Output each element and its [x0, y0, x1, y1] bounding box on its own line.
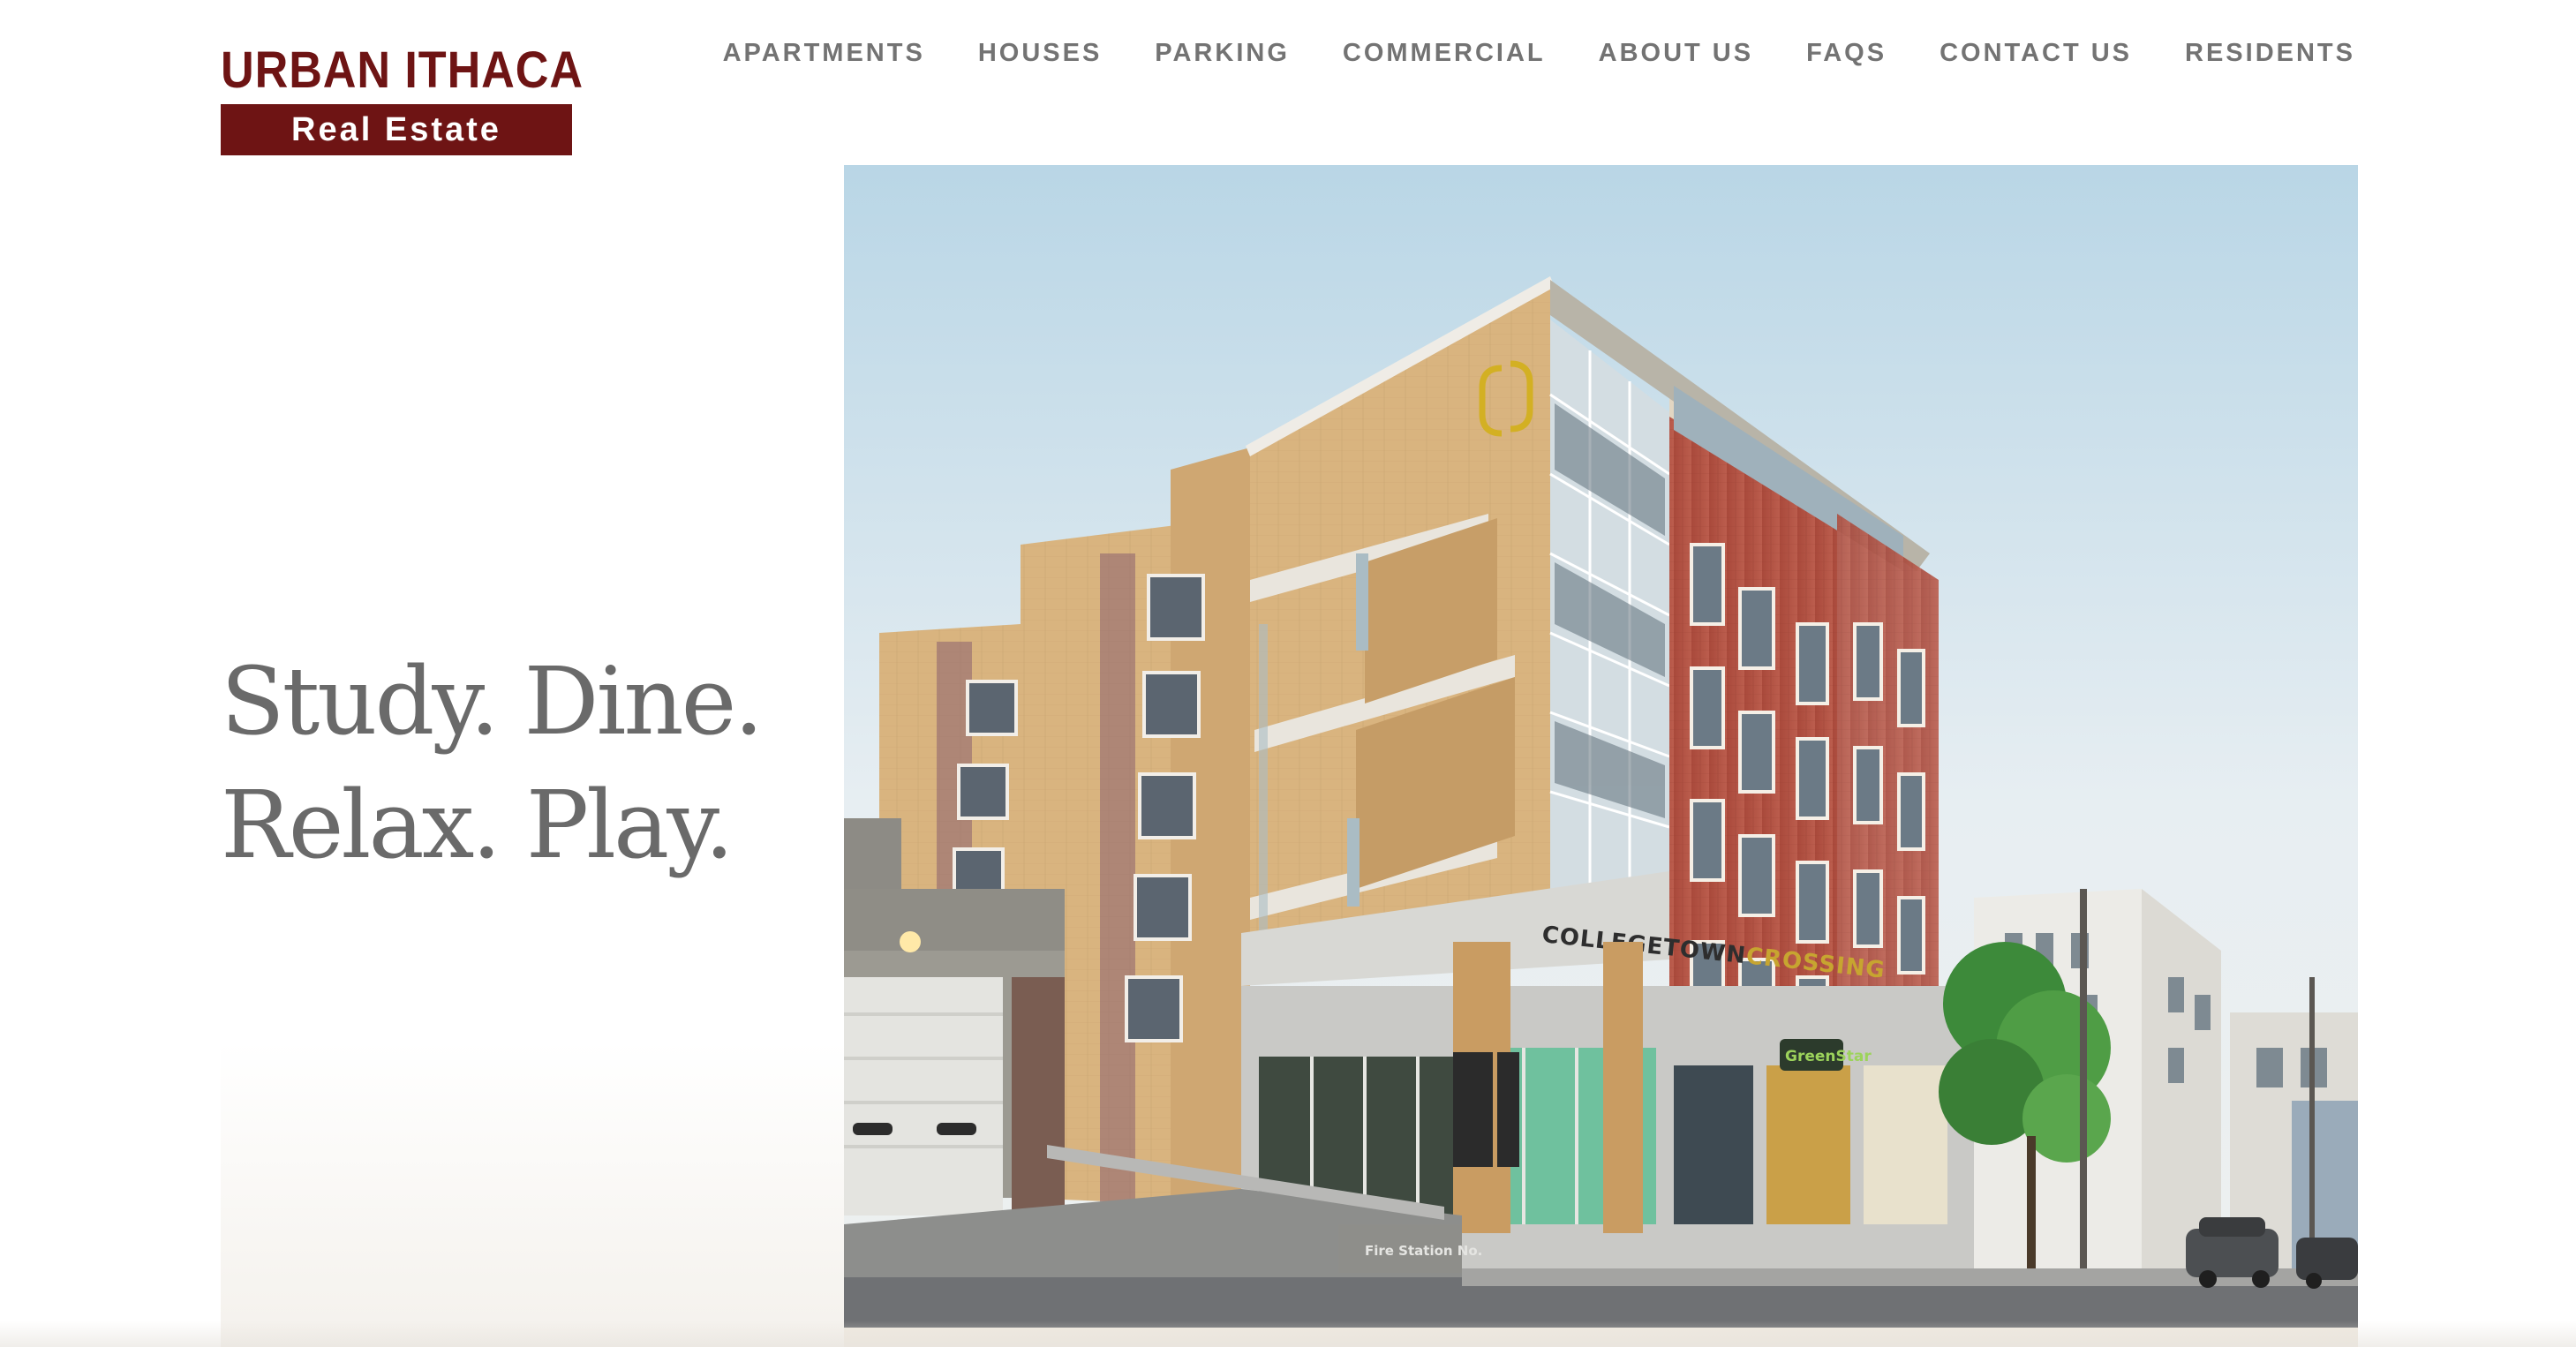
nav-item-apartments[interactable]: APARTMENTS — [723, 39, 925, 68]
nav-item-contact-us[interactable]: CONTACT US — [1940, 39, 2132, 68]
store-sign: GreenStar — [1785, 1048, 1872, 1065]
logo-subtitle: Real Estate — [291, 110, 501, 148]
nav-item-commercial[interactable]: COMMERCIAL — [1343, 39, 1546, 68]
nav-item-houses[interactable]: HOUSES — [978, 39, 1102, 68]
hero-tagline: Study. Dine. Relax. Play. — [221, 640, 764, 887]
hero-tagline-line-2: Relax. Play. — [221, 771, 734, 879]
nav-item-faqs[interactable]: FAQS — [1806, 39, 1887, 68]
logo-title: URBAN ITHACA — [221, 41, 584, 99]
main-nav: APARTMENTS HOUSES PARKING COMMERCIAL ABO… — [723, 39, 2355, 68]
hero-left-fade — [221, 1042, 844, 1347]
station-sign: Fire Station No. — [1365, 1243, 1482, 1259]
hero-image: COLLEGETOWNCROSSING GreenStar Fire Stati… — [844, 165, 2358, 1328]
nav-item-residents[interactable]: RESIDENTS — [2185, 39, 2355, 68]
page-bottom-shadow — [0, 1321, 2576, 1347]
logo-subtitle-bar: Real Estate — [221, 104, 572, 155]
nav-item-about-us[interactable]: ABOUT US — [1599, 39, 1753, 68]
nav-item-parking[interactable]: PARKING — [1155, 39, 1290, 68]
site-logo[interactable]: URBAN ITHACA Real Estate — [221, 41, 584, 155]
hero-tagline-line-1: Study. Dine. — [221, 647, 764, 756]
